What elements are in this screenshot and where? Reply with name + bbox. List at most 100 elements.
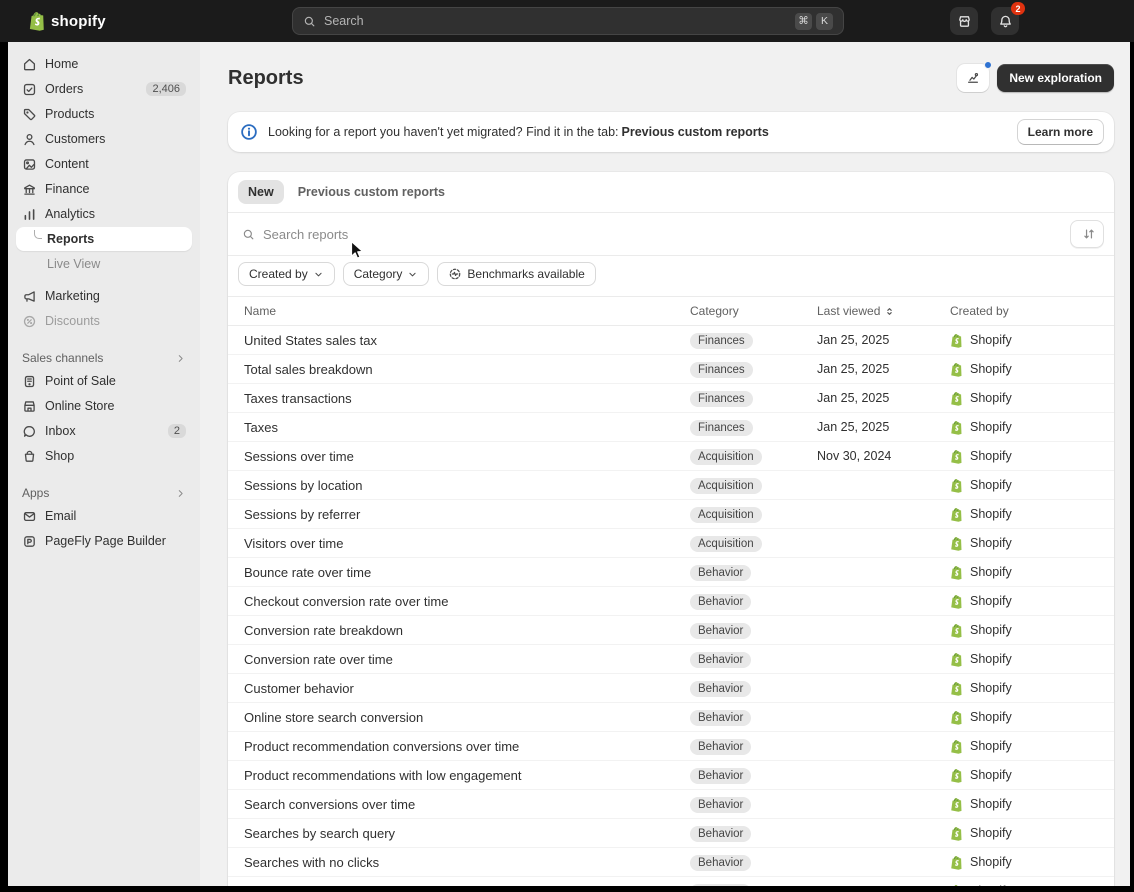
report-name: Conversion rate over time: [244, 652, 393, 667]
category-cell: Behavior: [690, 882, 817, 886]
table-row[interactable]: Product recommendations with low engagem…: [228, 761, 1114, 790]
report-name-cell[interactable]: Conversion rate breakdown: [244, 623, 690, 638]
sort-button[interactable]: [1070, 220, 1104, 248]
report-name-cell[interactable]: Taxes transactions: [244, 391, 690, 406]
sidebar-item-content[interactable]: Content: [16, 152, 192, 176]
filter-category[interactable]: Category: [343, 262, 430, 286]
table-header: NameCategoryLast viewedCreated by: [228, 296, 1114, 326]
products-icon: [22, 107, 37, 122]
sidebar-item-home[interactable]: Home: [16, 52, 192, 76]
sidebar-item-reports[interactable]: Reports: [16, 227, 192, 251]
sidebar-item-discounts[interactable]: Discounts: [16, 309, 192, 333]
notifications-button[interactable]: 2: [991, 7, 1019, 35]
report-name-cell[interactable]: Checkout conversion rate over time: [244, 594, 690, 609]
report-name-cell[interactable]: Searches by search query: [244, 826, 690, 841]
sidebar-item-products[interactable]: Products: [16, 102, 192, 126]
sort-carets-icon: [884, 306, 895, 317]
sidebar-item-pagefly-page-builder[interactable]: PageFly Page Builder: [16, 529, 192, 553]
keyboard-shortcut: ⌘ K: [795, 13, 833, 30]
table-row[interactable]: Searches with no clicksBehavior Shopify: [228, 848, 1114, 877]
report-name-cell[interactable]: Sessions by referrer: [244, 507, 690, 522]
table-row[interactable]: Search conversions over timeBehavior Sho…: [228, 790, 1114, 819]
table-row[interactable]: Product recommendation conversions over …: [228, 732, 1114, 761]
report-name-cell[interactable]: Searches with no clicks: [244, 855, 690, 870]
report-name-cell[interactable]: Product recommendation conversions over …: [244, 739, 690, 754]
report-name-cell[interactable]: United States sales tax: [244, 333, 690, 348]
sidebar-item-shop[interactable]: Shop: [16, 444, 192, 468]
tab-previous-custom-reports[interactable]: Previous custom reports: [288, 180, 455, 204]
sidebar-item-live-view[interactable]: Live View: [16, 252, 192, 276]
learn-more-button[interactable]: Learn more: [1017, 119, 1104, 145]
category-badge: Behavior: [690, 884, 751, 886]
chevron-right-icon: [175, 488, 186, 499]
category-cell: Behavior: [690, 853, 817, 871]
report-name-cell[interactable]: Bounce rate over time: [244, 565, 690, 580]
report-name-cell[interactable]: Visitors over time: [244, 536, 690, 551]
global-search-input[interactable]: Search ⌘ K: [292, 7, 844, 35]
report-name-cell[interactable]: Searches with no results: [244, 884, 690, 887]
report-name-cell[interactable]: Sessions over time: [244, 449, 690, 464]
table-row[interactable]: Searches with no resultsBehavior Shopify: [228, 877, 1114, 886]
category-cell: Behavior: [690, 563, 817, 581]
table-row[interactable]: United States sales taxFinancesJan 25, 2…: [228, 326, 1114, 355]
sidebar-item-finance[interactable]: Finance: [16, 177, 192, 201]
benchmarks-icon: [448, 267, 462, 281]
shopify-logo-icon: [950, 797, 963, 812]
shopify-logo[interactable]: shopify: [28, 11, 106, 31]
last-viewed-date: Jan 25, 2025: [817, 391, 889, 405]
table-row[interactable]: Sessions over timeAcquisitionNov 30, 202…: [228, 442, 1114, 471]
sidebar-item-online-store[interactable]: Online Store: [16, 394, 192, 418]
table-row[interactable]: Total sales breakdownFinancesJan 25, 202…: [228, 355, 1114, 384]
report-name-cell[interactable]: Conversion rate over time: [244, 652, 690, 667]
category-cell: Behavior: [690, 766, 817, 784]
filter-benchmarks-available[interactable]: Benchmarks available: [437, 262, 595, 286]
table-row[interactable]: Bounce rate over timeBehavior Shopify: [228, 558, 1114, 587]
report-name: Search conversions over time: [244, 797, 415, 812]
k-key-badge: K: [816, 13, 833, 30]
table-row[interactable]: Customer behaviorBehavior Shopify: [228, 674, 1114, 703]
info-icon: [240, 123, 258, 141]
store-menu-button[interactable]: [950, 7, 978, 35]
report-name-cell[interactable]: Total sales breakdown: [244, 362, 690, 377]
section-label: Sales channels: [22, 351, 103, 365]
last-viewed-date: Jan 25, 2025: [817, 333, 889, 347]
filter-created-by[interactable]: Created by: [238, 262, 335, 286]
filter-label: Created by: [249, 267, 308, 281]
table-row[interactable]: Visitors over timeAcquisition Shopify: [228, 529, 1114, 558]
tab-new[interactable]: New: [238, 180, 284, 204]
created-by-cell: Shopify: [950, 652, 1098, 667]
report-name: Checkout conversion rate over time: [244, 594, 448, 609]
category-cell: Behavior: [690, 824, 817, 842]
sidebar-item-email[interactable]: Email: [16, 504, 192, 528]
table-row[interactable]: Online store search conversionBehavior S…: [228, 703, 1114, 732]
column-header-last-viewed[interactable]: Last viewed: [817, 304, 950, 318]
table-row[interactable]: TaxesFinancesJan 25, 2025 Shopify: [228, 413, 1114, 442]
created-by-cell: Shopify: [950, 391, 1098, 406]
report-name-cell[interactable]: Product recommendations with low engagem…: [244, 768, 690, 783]
table-row[interactable]: Conversion rate over timeBehavior Shopif…: [228, 645, 1114, 674]
sidebar-item-customers[interactable]: Customers: [16, 127, 192, 151]
table-row[interactable]: Conversion rate breakdownBehavior Shopif…: [228, 616, 1114, 645]
table-row[interactable]: Sessions by referrerAcquisition Shopify: [228, 500, 1114, 529]
reports-search-input[interactable]: Search reports: [263, 227, 1062, 242]
report-name: Taxes transactions: [244, 391, 352, 406]
report-name-cell[interactable]: Taxes: [244, 420, 690, 435]
sidebar-item-inbox[interactable]: Inbox2: [16, 419, 192, 443]
report-name-cell[interactable]: Search conversions over time: [244, 797, 690, 812]
sidebar-section-apps[interactable]: Apps: [16, 482, 192, 504]
table-row[interactable]: Checkout conversion rate over timeBehavi…: [228, 587, 1114, 616]
table-row[interactable]: Searches by search queryBehavior Shopify: [228, 819, 1114, 848]
table-row[interactable]: Taxes transactionsFinancesJan 25, 2025 S…: [228, 384, 1114, 413]
report-name-cell[interactable]: Online store search conversion: [244, 710, 690, 725]
sidebar-item-orders[interactable]: Orders2,406: [16, 77, 192, 101]
new-exploration-button[interactable]: New exploration: [997, 64, 1114, 92]
sidebar-section-sales-channels[interactable]: Sales channels: [16, 347, 192, 369]
sidebar-item-point-of-sale[interactable]: Point of Sale: [16, 369, 192, 393]
sidebar-item-marketing[interactable]: Marketing: [16, 284, 192, 308]
table-row[interactable]: Sessions by locationAcquisition Shopify: [228, 471, 1114, 500]
sidebar-item-analytics[interactable]: Analytics: [16, 202, 192, 226]
exploration-icon-button[interactable]: [957, 64, 989, 92]
shopify-logo-icon: [950, 333, 963, 348]
report-name-cell[interactable]: Sessions by location: [244, 478, 690, 493]
report-name-cell[interactable]: Customer behavior: [244, 681, 690, 696]
